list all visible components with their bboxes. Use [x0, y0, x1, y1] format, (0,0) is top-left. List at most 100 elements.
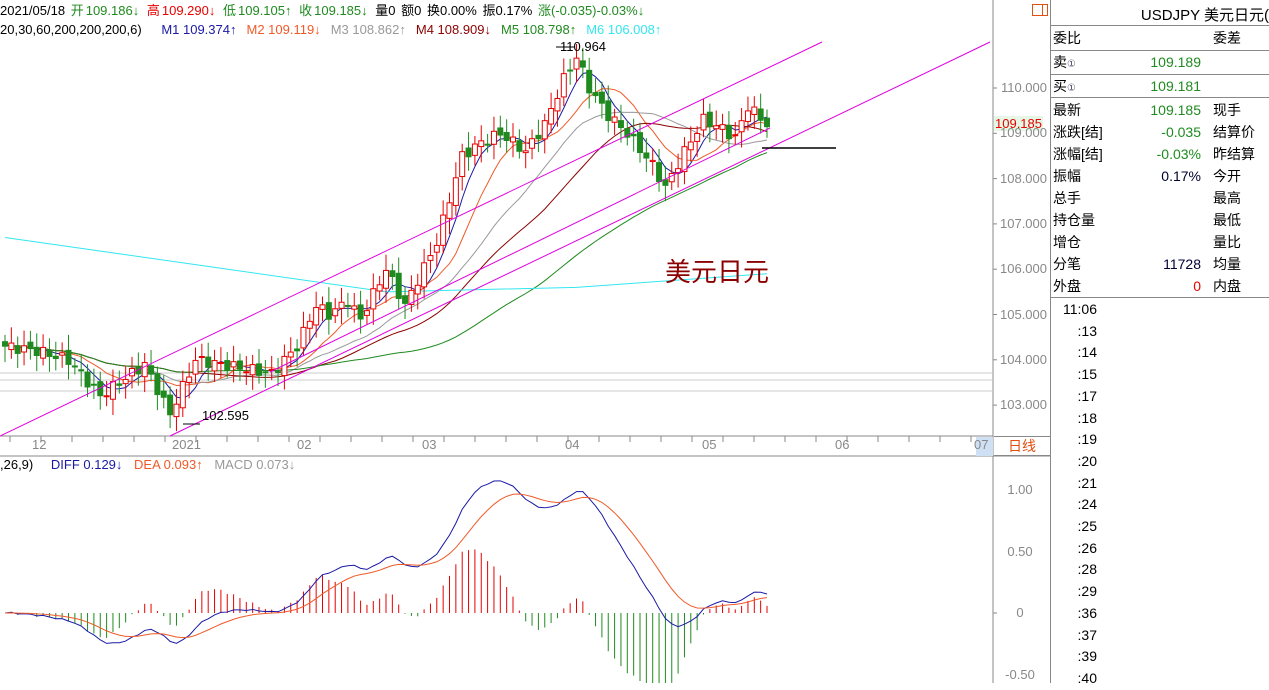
kline-chart[interactable] — [0, 0, 1050, 683]
candle-body — [122, 378, 129, 385]
macd-value: MACD 0.073↓ — [214, 457, 296, 472]
close-value: 收 109.185↓ — [299, 3, 368, 18]
candle-body — [332, 308, 339, 317]
candle-body — [471, 143, 478, 156]
candle-body — [440, 214, 447, 246]
tick-time: :19 — [1077, 431, 1097, 448]
candle-body — [700, 113, 707, 131]
candle-body — [573, 57, 580, 70]
quote-label-right: 最低 — [1213, 212, 1241, 228]
candle-body — [395, 272, 402, 299]
panel-title: USDJPY 美元日元( — [1140, 7, 1269, 24]
layout-toggle-icon[interactable] — [1032, 4, 1048, 16]
price-tick-label: 104.000 — [1000, 351, 1047, 367]
candle-body — [744, 110, 751, 122]
watermark-title: 美元日元 — [665, 257, 770, 287]
date-tick-label: 2021 — [172, 437, 201, 452]
ma-legend-item: M4 108.909↓ — [415, 22, 492, 37]
candle-body — [186, 376, 193, 383]
candle-body — [611, 116, 618, 123]
candle-body — [529, 138, 536, 149]
candle-body — [141, 362, 148, 378]
quote-label: 增仓 — [1053, 234, 1081, 250]
candle-body — [249, 364, 256, 376]
candle-body — [541, 120, 548, 140]
quote-label-right: 结算价 — [1213, 124, 1255, 140]
candle-body — [173, 403, 180, 418]
date-tick-label: 02 — [297, 437, 312, 452]
candle-body — [376, 284, 383, 292]
bid-ratio-row: 委比 委差 — [1053, 30, 1241, 46]
macd-tick-label: 0.50 — [1007, 543, 1033, 559]
candle-body — [21, 345, 28, 353]
period-label[interactable]: 日线 — [994, 436, 1050, 456]
tick-time: :28 — [1077, 561, 1097, 578]
tick-time: :26 — [1077, 539, 1097, 556]
candle-body — [116, 383, 123, 386]
quote-value: 0.17% — [1161, 168, 1201, 184]
candle-body — [414, 284, 421, 295]
candle-body — [725, 124, 732, 140]
candle-body — [27, 341, 34, 350]
amount: 额0 — [401, 3, 422, 18]
candle-body — [402, 295, 409, 304]
candle-body — [548, 107, 555, 125]
ma2-line — [4, 88, 768, 387]
high-annotation: 110.964 — [560, 39, 607, 54]
tick-time: :14 — [1077, 344, 1097, 361]
candle-body — [592, 92, 599, 97]
tick-time: 11:06 — [1063, 301, 1097, 317]
tick-time: :36 — [1077, 604, 1097, 621]
candle-body — [154, 373, 161, 396]
ma-params: 20,30,60,200,200,200,6) — [0, 22, 142, 37]
candle-body — [738, 120, 745, 133]
quote-row: 涨跌[结] -0.035 结算价 — [1053, 121, 1269, 143]
candle-body — [421, 262, 428, 288]
buy-row: 买① 109.181 — [1053, 78, 1201, 94]
candle-body — [433, 244, 440, 253]
ma-legend-item: M5 108.798↑ — [501, 22, 577, 37]
low-annotation: 102.595 — [202, 408, 249, 423]
candle-body — [598, 91, 605, 104]
macd-legend: ,26,9) DIFF 0.129↓ DEA 0.093↑ MACD 0.073… — [0, 456, 297, 474]
candle-body — [662, 179, 669, 186]
date-tick-label: 12 — [32, 437, 47, 452]
quote-row: 涨幅[结] -0.03% 昨结算 — [1053, 143, 1269, 165]
candle-body — [764, 117, 770, 128]
candle-body — [694, 132, 701, 142]
quote-label-right: 量比 — [1213, 234, 1241, 250]
candle-body — [713, 125, 720, 130]
candle-body — [230, 361, 237, 368]
candle-body — [630, 133, 637, 137]
quote-label: 持仓量 — [1053, 212, 1095, 228]
candle-body — [205, 356, 212, 368]
candle-body — [236, 360, 243, 370]
dea-value: DEA 0.093↑ — [134, 457, 203, 472]
quote-label: 振幅 — [1053, 168, 1081, 184]
tick-time: :25 — [1077, 518, 1097, 534]
candle-body — [389, 270, 396, 278]
candle-body — [148, 365, 155, 375]
quote-row: 持仓量 最低 — [1053, 209, 1269, 231]
candle-body — [732, 134, 739, 137]
candle-body — [306, 320, 313, 329]
candle-body — [344, 304, 351, 307]
low-value: 低 109.105↑ — [222, 3, 292, 18]
quote-label: 总手 — [1053, 190, 1081, 206]
price-tick-label: 109.000 — [1000, 125, 1047, 141]
candle-body — [243, 371, 250, 374]
volume: 量0 — [375, 3, 396, 18]
candle-body — [637, 132, 643, 154]
candle-body — [300, 326, 307, 349]
channel-upper-line — [0, 41, 823, 437]
candle-body — [198, 355, 205, 358]
candle-body — [446, 202, 453, 219]
high-value: 高 109.290↓ — [146, 3, 216, 18]
quote-row: 分笔 11728 均量 — [1053, 253, 1269, 275]
tick-time: :29 — [1077, 583, 1097, 600]
candle-body — [262, 371, 269, 374]
ma-legend-item: M3 108.862↑ — [330, 22, 406, 37]
candle-body — [256, 363, 262, 376]
candle-body — [567, 69, 574, 72]
tick-time: :20 — [1077, 452, 1097, 469]
